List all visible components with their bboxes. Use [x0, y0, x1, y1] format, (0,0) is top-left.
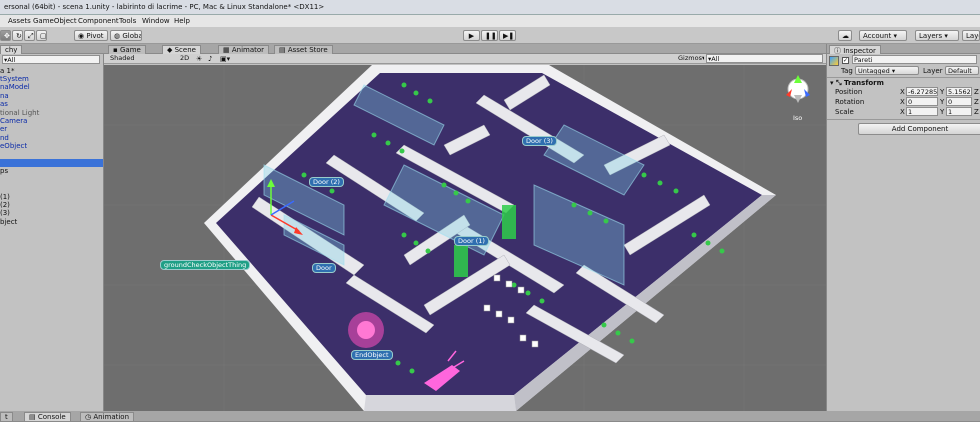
rotation-x-field[interactable]: 0: [906, 97, 938, 106]
tag-label: Tag: [841, 67, 853, 75]
inspector-panel: ⓘ Inspector ✓ Pareti Tag Untagged ▾ Laye…: [826, 44, 980, 411]
gameobject-cube-icon: [829, 56, 839, 66]
light-icon[interactable]: ☀: [196, 55, 202, 63]
tag-dropdown[interactable]: Untagged ▾: [855, 66, 919, 75]
scene-toolbar: Shaded 2D ☀ ♪ ▣▾ Gizmos▾ ▾All: [104, 54, 826, 64]
scale-label: Scale: [835, 108, 854, 116]
hierarchy-item[interactable]: tional Light: [0, 109, 39, 117]
layer-dropdown[interactable]: Default: [945, 66, 979, 75]
scene-label-door-3[interactable]: Door (3): [522, 136, 557, 146]
gizmos-dropdown[interactable]: Gizmos▾: [676, 54, 704, 63]
move-tool-icon[interactable]: ✥: [0, 30, 11, 41]
tab-game[interactable]: ▪ Game: [108, 45, 146, 54]
cloud-icon[interactable]: ☁: [838, 30, 852, 41]
scene-label-door-2[interactable]: Door (2): [309, 177, 344, 187]
window-title: ersonal (64bit) - scena 1.unity - labiri…: [0, 0, 980, 15]
scene-search[interactable]: ▾All: [706, 54, 823, 63]
rotation-y-field[interactable]: 0: [946, 97, 972, 106]
shading-dropdown[interactable]: Shaded: [108, 54, 170, 63]
hierarchy-item[interactable]: (1): [0, 193, 10, 201]
pause-button[interactable]: ❚❚: [481, 30, 498, 41]
rotate-tool-icon[interactable]: ↻: [12, 30, 23, 41]
pivot-toggle[interactable]: ◉ Pivot: [74, 30, 108, 41]
scale-tool-icon[interactable]: ⤢: [24, 30, 35, 41]
tab-scene[interactable]: ◆ Scene: [162, 45, 201, 54]
hierarchy-item[interactable]: eObject: [0, 142, 27, 150]
play-button[interactable]: ▶: [463, 30, 480, 41]
scene-panel: ▪ Game ◆ Scene ▦ Animator ▤ Asset Store …: [104, 44, 826, 411]
tab-hierarchy[interactable]: chy: [0, 45, 23, 54]
scale-x-field[interactable]: 1: [906, 107, 938, 116]
active-checkbox[interactable]: ✓: [842, 57, 849, 64]
scene-label-door[interactable]: Door: [312, 263, 336, 273]
audio-icon[interactable]: ♪: [208, 55, 212, 63]
menu-tools[interactable]: Tools: [119, 17, 136, 25]
menu-bar: Assets GameObject Component Tools Window…: [0, 15, 980, 27]
hierarchy-item[interactable]: nd: [0, 134, 9, 142]
menu-assets[interactable]: Assets: [8, 17, 31, 25]
hierarchy-item[interactable]: [0, 159, 103, 167]
tab-asset-store[interactable]: ▤ Asset Store: [274, 45, 333, 54]
hierarchy-item[interactable]: na: [0, 92, 9, 100]
layers-dropdown[interactable]: Layers ▾: [915, 30, 959, 41]
rect-tool-icon[interactable]: ▢: [36, 30, 47, 41]
hierarchy-item[interactable]: Camera: [0, 117, 27, 125]
hierarchy-item[interactable]: tSystem: [0, 75, 29, 83]
hierarchy-panel: chy ▾All a 1* tSystem naModel na as tional L…: [0, 44, 104, 411]
position-label: Position: [835, 88, 863, 96]
tab-inspector[interactable]: ⓘ Inspector: [829, 45, 881, 55]
tab-project[interactable]: t: [0, 412, 13, 421]
layer-label: Layer: [923, 67, 943, 75]
hierarchy-item[interactable]: naModel: [0, 83, 30, 91]
menu-window[interactable]: Window: [142, 17, 170, 25]
scene-label-endobject[interactable]: EndObject: [351, 350, 393, 360]
hierarchy-item[interactable]: (2): [0, 201, 10, 209]
object-name-field[interactable]: Pareti: [852, 55, 977, 64]
effects-icon[interactable]: ▣▾: [220, 55, 230, 63]
hierarchy-item[interactable]: ps: [0, 167, 8, 175]
main-toolbar: ✥ ↻ ⤢ ▢ ◉ Pivot ◍ Global ▶ ❚❚ ▶❚ ☁ Accou…: [0, 27, 980, 44]
bottom-tab-row: t ▤ Console ◷ Animation: [0, 411, 980, 422]
hierarchy-item[interactable]: er: [0, 125, 7, 133]
scene-label-groundcheck[interactable]: groundCheckObjectThing: [160, 260, 251, 270]
menu-help[interactable]: Help: [174, 17, 190, 25]
menu-component[interactable]: Component: [78, 17, 119, 25]
menu-gameobject[interactable]: GameObject: [33, 17, 77, 25]
hierarchy-item[interactable]: bject: [0, 218, 17, 226]
hierarchy-scene-root[interactable]: a 1*: [0, 67, 14, 75]
global-toggle[interactable]: ◍ Global: [110, 30, 142, 41]
projection-label: Iso: [793, 114, 803, 122]
position-x-field[interactable]: -6.27285: [906, 87, 938, 96]
layout-dropdown[interactable]: Layo: [962, 30, 980, 41]
tab-console[interactable]: ▤ Console: [24, 412, 71, 421]
hierarchy-item[interactable]: (3): [0, 209, 10, 217]
mode-2d-toggle[interactable]: 2D: [178, 54, 192, 63]
hierarchy-item[interactable]: as: [0, 100, 8, 108]
rotation-label: Rotation: [835, 98, 865, 106]
position-y-field[interactable]: 5.15625: [946, 87, 972, 96]
transform-header[interactable]: ▾ ⤡ Transform: [830, 79, 884, 88]
add-component-button[interactable]: Add Component: [858, 123, 980, 135]
account-dropdown[interactable]: Account ▾: [859, 30, 907, 41]
tab-animation[interactable]: ◷ Animation: [80, 412, 135, 421]
scene-label-door-1[interactable]: Door (1): [454, 236, 489, 246]
scale-y-field[interactable]: 1: [946, 107, 972, 116]
hierarchy-search[interactable]: ▾All: [2, 55, 100, 64]
step-button[interactable]: ▶❚: [499, 30, 516, 41]
tab-animator[interactable]: ▦ Animator: [218, 45, 270, 54]
